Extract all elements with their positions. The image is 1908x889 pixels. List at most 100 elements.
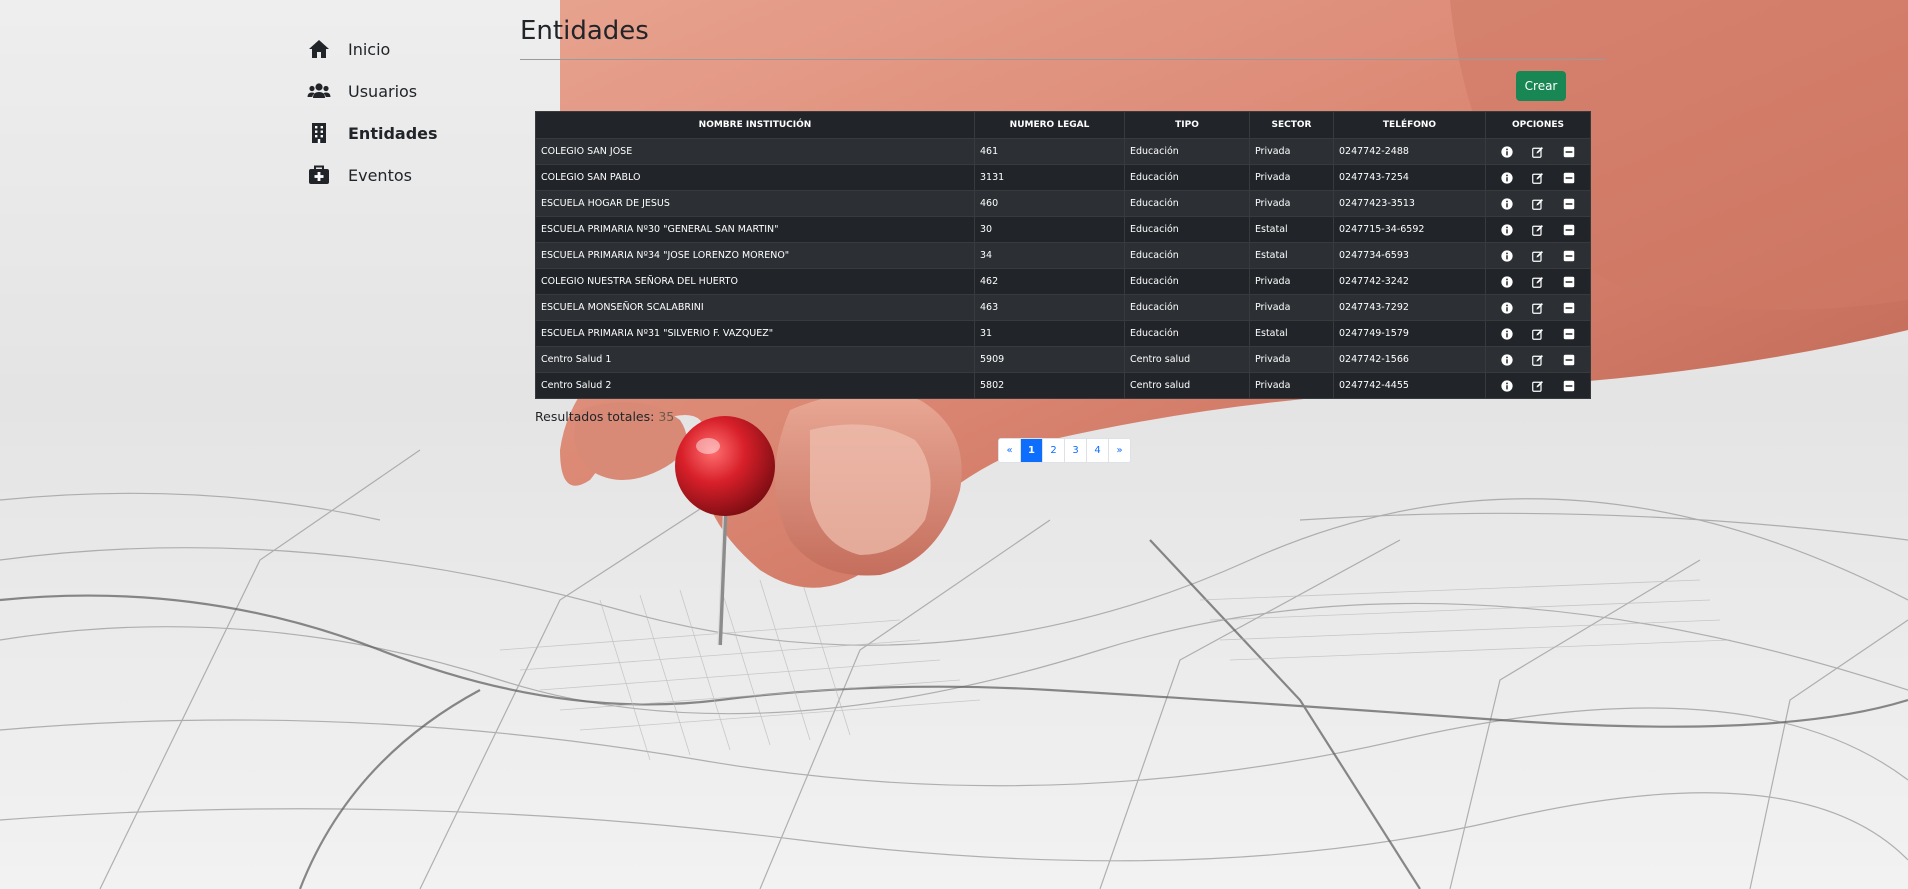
cell-nombre: Centro Salud 2: [535, 372, 975, 399]
cell-opciones: [1485, 346, 1591, 373]
column-header-opciones: OPCIONES: [1485, 111, 1591, 139]
table-row: COLEGIO NUESTRA SEÑORA DEL HUERTO 462 Educ…: [535, 268, 1591, 295]
edit-icon[interactable]: [1531, 145, 1545, 159]
pagination: « 1 2 3 4 »: [998, 438, 1131, 463]
cell-sector: Estatal: [1249, 320, 1334, 347]
sidebar-item-label: Usuarios: [348, 81, 418, 101]
delete-icon[interactable]: [1562, 171, 1576, 185]
cell-numero-legal: 5909: [974, 346, 1125, 373]
results-label: Resultados totales:: [535, 409, 655, 424]
edit-icon[interactable]: [1531, 379, 1545, 393]
table-row: ESCUELA PRIMARIA Nº31 "SILVERIO F. VAZQU…: [535, 320, 1591, 347]
info-icon[interactable]: [1500, 379, 1514, 393]
edit-icon[interactable]: [1531, 353, 1545, 367]
cell-telefono: 0247743-7292: [1333, 294, 1486, 321]
edit-icon[interactable]: [1531, 197, 1545, 211]
pagination-page-2[interactable]: 2: [1043, 439, 1065, 462]
cell-numero-legal: 34: [974, 242, 1125, 269]
create-button[interactable]: Crear: [1516, 71, 1566, 101]
cell-nombre: COLEGIO NUESTRA SEÑORA DEL HUERTO: [535, 268, 975, 295]
cell-nombre: COLEGIO SAN PABLO: [535, 164, 975, 191]
info-icon[interactable]: [1500, 145, 1514, 159]
sidebar-item-eventos[interactable]: Eventos: [306, 154, 438, 196]
cell-opciones: [1485, 320, 1591, 347]
cell-tipo: Educación: [1124, 164, 1250, 191]
sidebar-item-inicio[interactable]: Inicio: [306, 28, 438, 70]
cell-opciones: [1485, 164, 1591, 191]
cell-tipo: Educación: [1124, 242, 1250, 269]
column-header-telefono: TELÉFONO: [1333, 111, 1486, 139]
cell-nombre: ESCUELA MONSEÑOR SCALABRINI: [535, 294, 975, 321]
info-icon[interactable]: [1500, 223, 1514, 237]
delete-icon[interactable]: [1562, 249, 1576, 263]
edit-icon[interactable]: [1531, 327, 1545, 341]
results-total: Resultados totales: 35: [535, 409, 674, 424]
delete-icon[interactable]: [1562, 275, 1576, 289]
medical-kit-icon: [306, 162, 332, 188]
delete-icon[interactable]: [1562, 301, 1576, 315]
pagination-page-4[interactable]: 4: [1087, 439, 1109, 462]
edit-icon[interactable]: [1531, 171, 1545, 185]
cell-nombre: ESCUELA PRIMARIA Nº31 "SILVERIO F. VAZQU…: [535, 320, 975, 347]
sidebar-item-label: Eventos: [348, 165, 412, 185]
cell-sector: Privada: [1249, 372, 1334, 399]
info-icon[interactable]: [1500, 275, 1514, 289]
home-icon: [306, 36, 332, 62]
column-header-tipo: TIPO: [1124, 111, 1250, 139]
sidebar-item-entidades[interactable]: Entidades: [306, 112, 438, 154]
cell-telefono: 0247734-6593: [1333, 242, 1486, 269]
results-count: 35: [658, 409, 675, 424]
delete-icon[interactable]: [1562, 327, 1576, 341]
info-icon[interactable]: [1500, 171, 1514, 185]
pagination-prev[interactable]: «: [999, 439, 1021, 462]
edit-icon[interactable]: [1531, 223, 1545, 237]
edit-icon[interactable]: [1531, 301, 1545, 315]
info-icon[interactable]: [1500, 197, 1514, 211]
table-row: ESCUELA HOGAR DE JESUS 460 Educación Privad…: [535, 190, 1591, 217]
pagination-page-3[interactable]: 3: [1065, 439, 1087, 462]
edit-icon[interactable]: [1531, 275, 1545, 289]
cell-telefono: 0247742-1566: [1333, 346, 1486, 373]
cell-sector: Privada: [1249, 346, 1334, 373]
page-title: Entidades: [520, 16, 649, 46]
cell-nombre: Centro Salud 1: [535, 346, 975, 373]
delete-icon[interactable]: [1562, 379, 1576, 393]
cell-opciones: [1485, 190, 1591, 217]
cell-numero-legal: 3131: [974, 164, 1125, 191]
edit-icon[interactable]: [1531, 249, 1545, 263]
sidebar-item-label: Inicio: [348, 39, 391, 59]
cell-sector: Privada: [1249, 138, 1334, 165]
delete-icon[interactable]: [1562, 223, 1576, 237]
pagination-page-1[interactable]: 1: [1021, 439, 1043, 462]
info-icon[interactable]: [1500, 353, 1514, 367]
table-header-row: NOMBRE INSTITUCIÓN NUMERO LEGAL TIPO SEC…: [535, 111, 1591, 139]
delete-icon[interactable]: [1562, 353, 1576, 367]
cell-numero-legal: 30: [974, 216, 1125, 243]
column-header-nombre: NOMBRE INSTITUCIÓN: [535, 111, 975, 139]
cell-telefono: 0247715-34-6592: [1333, 216, 1486, 243]
info-icon[interactable]: [1500, 327, 1514, 341]
cell-telefono: 0247749-1579: [1333, 320, 1486, 347]
cell-numero-legal: 461: [974, 138, 1125, 165]
pagination-next[interactable]: »: [1109, 439, 1130, 462]
sidebar-item-label: Entidades: [348, 123, 438, 143]
sidebar-item-usuarios[interactable]: Usuarios: [306, 70, 438, 112]
entities-table: NOMBRE INSTITUCIÓN NUMERO LEGAL TIPO SEC…: [535, 111, 1591, 399]
cell-nombre: COLEGIO SAN JOSE: [535, 138, 975, 165]
cell-nombre: ESCUELA PRIMARIA Nº34 "JOSE LORENZO MORE…: [535, 242, 975, 269]
table-row: COLEGIO SAN JOSE 461 Educación Privada 02477…: [535, 138, 1591, 165]
info-icon[interactable]: [1500, 301, 1514, 315]
cell-telefono: 02477423-3513: [1333, 190, 1486, 217]
cell-tipo: Educación: [1124, 138, 1250, 165]
info-icon[interactable]: [1500, 249, 1514, 263]
delete-icon[interactable]: [1562, 197, 1576, 211]
delete-icon[interactable]: [1562, 145, 1576, 159]
cell-tipo: Centro salud: [1124, 372, 1250, 399]
cell-nombre: ESCUELA PRIMARIA Nº30 "GENERAL SAN MARTI…: [535, 216, 975, 243]
table-row: ESCUELA MONSEÑOR SCALABRINI 463 Educación P…: [535, 294, 1591, 321]
cell-numero-legal: 5802: [974, 372, 1125, 399]
cell-opciones: [1485, 372, 1591, 399]
cell-sector: Privada: [1249, 164, 1334, 191]
table-row: Centro Salud 1 5909 Centro salud Privada 024…: [535, 346, 1591, 373]
table-row: COLEGIO SAN PABLO 3131 Educación Privada 024…: [535, 164, 1591, 191]
